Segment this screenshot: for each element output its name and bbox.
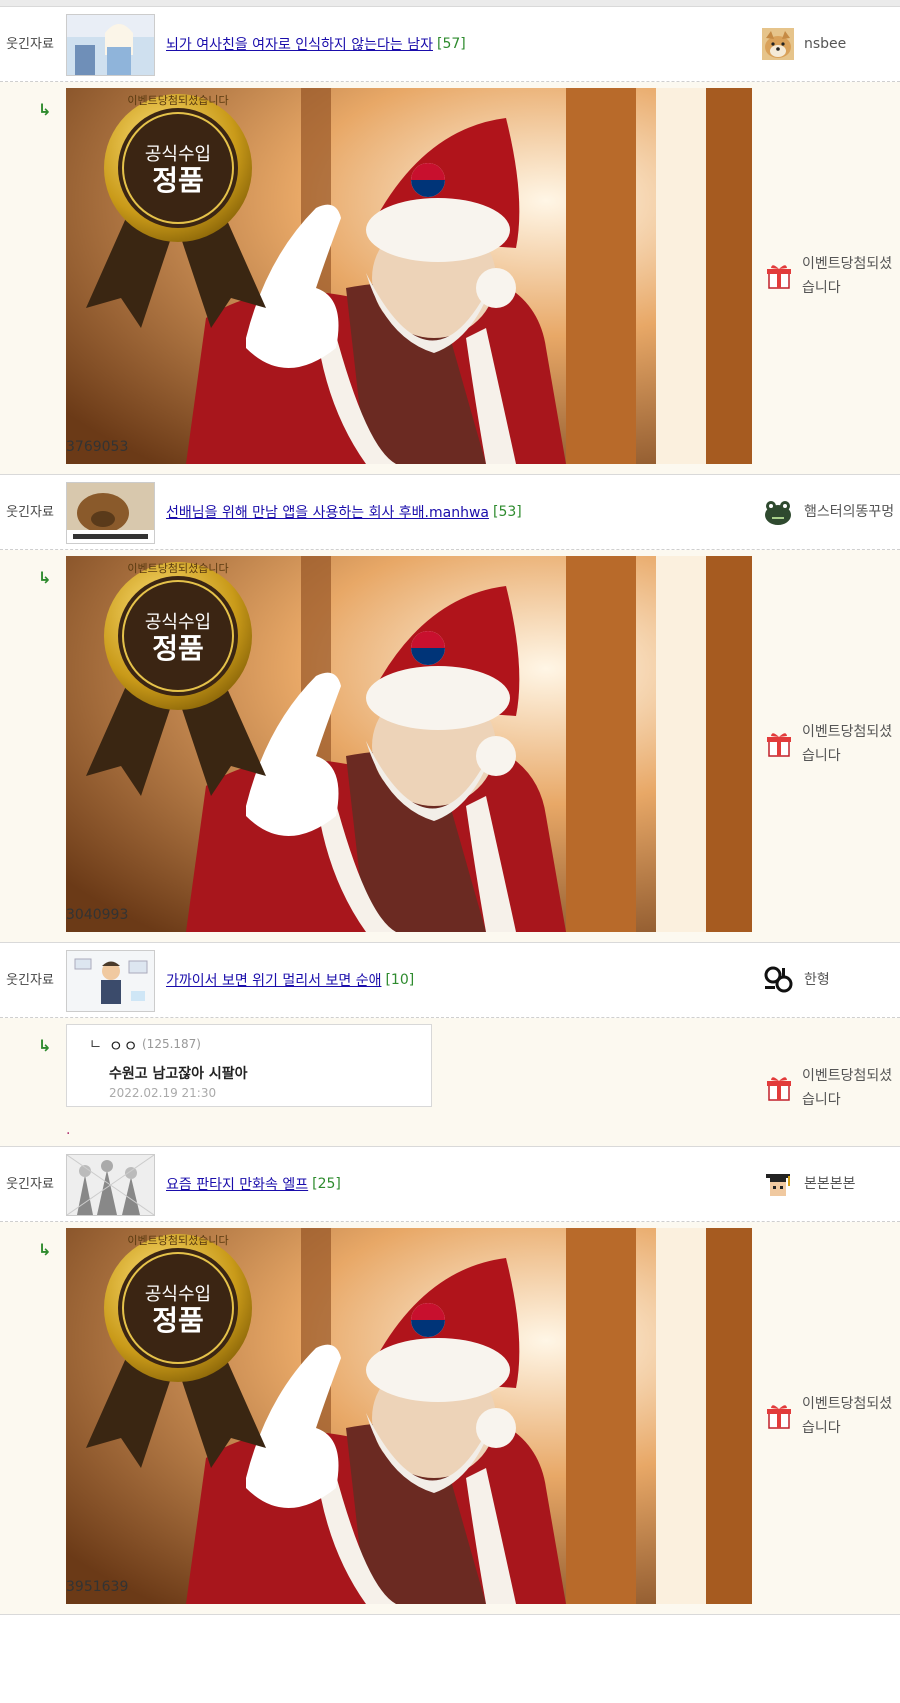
comment-count[interactable]: [57]	[437, 36, 466, 52]
reply-number: 3769053	[66, 439, 129, 455]
reply-row: ↳	[0, 550, 900, 943]
reply-arrow-icon: ↳	[38, 100, 52, 119]
author-name: 한형	[804, 971, 830, 988]
author-name: 이벤트당첨되셨습니다	[802, 724, 893, 764]
gift-box-icon	[767, 1077, 791, 1101]
reply-author[interactable]: 이벤트당첨되셨습니다	[766, 1064, 900, 1112]
badge-ring-text: 이벤트당첨되셨습니다	[127, 1234, 228, 1247]
quoted-comment: ㄴ ㅇㅇ (125.187) 수원고 남고잖아 시팔아 2022.02.19 2…	[66, 1024, 432, 1107]
reply-dot: .	[66, 1122, 71, 1138]
post-author[interactable]: 한형	[762, 943, 900, 1017]
post-row: 웃긴자료 요즘 판타지 만화속 엘프 [25] 본본본본	[0, 1147, 900, 1222]
badge-line1: 공식수입	[145, 144, 211, 165]
reply-row: ↳	[0, 82, 900, 475]
reply-row: ↳	[0, 1222, 900, 1615]
post-title-link[interactable]: 선배님을 위해 만남 앱을 사용하는 회사 후배.manhwa	[166, 502, 489, 522]
post-title: 뇌가 여사친을 여자로 인식하지 않는다는 남자 [57]	[166, 7, 750, 81]
gift-box-icon	[767, 733, 791, 757]
reply-row: ↳ ㄴ ㅇㅇ (125.187) 수원고 남고잖아 시팔아 2022.02.19…	[0, 1018, 900, 1147]
green-frog-pixel-icon	[762, 496, 794, 528]
comment-ip: (125.187)	[142, 1037, 201, 1051]
post-title: 요즘 판타지 만화속 엘프 [25]	[166, 1147, 750, 1221]
shiba-dog-avatar-icon	[762, 28, 794, 60]
badge-line1: 공식수입	[145, 612, 211, 633]
event-banner-image: 공식수입 정품 이벤트당첨되셨습니다	[66, 1228, 752, 1604]
author-name: 이벤트당첨되셨습니다	[802, 256, 893, 296]
reply-number: 3040993	[66, 907, 129, 923]
comment-author: ㅇㅇ	[109, 1037, 139, 1055]
graduation-cap-pixel-avatar-icon	[762, 1168, 794, 1200]
comment-count[interactable]: [53]	[493, 504, 522, 520]
reply-author[interactable]: 이벤트당첨되셨습니다	[766, 720, 900, 768]
reply-arrow-icon: ↳	[38, 1036, 52, 1055]
badge-ring-text: 이벤트당첨되셨습니다	[127, 562, 228, 575]
category-label: 웃긴자료	[6, 36, 54, 52]
event-banner-image: 공식수입 정품 이벤트당첨되셨습니다	[66, 556, 752, 932]
post-thumbnail[interactable]	[66, 482, 155, 544]
author-name: 본본본본	[804, 1175, 856, 1192]
comment-count[interactable]: [10]	[385, 972, 414, 988]
reply-arrow-icon: ↳	[38, 1240, 52, 1259]
hanhyung-black-logo-icon	[762, 964, 794, 996]
post-title-link[interactable]: 요즘 판타지 만화속 엘프	[166, 1174, 308, 1194]
badge-line2: 정품	[152, 632, 204, 665]
post-thumbnail[interactable]	[66, 950, 155, 1012]
post-thumbnail[interactable]	[66, 1154, 155, 1216]
post-row: 웃긴자료 가까이서 보면 위기 멀리서 보면 순애 [10] 한형	[0, 943, 900, 1018]
post-title: 가까이서 보면 위기 멀리서 보면 순애 [10]	[166, 943, 750, 1017]
gift-box-icon	[767, 1405, 791, 1429]
category-label: 웃긴자료	[6, 1176, 54, 1192]
comment-text: 수원고 남고잖아 시팔아	[109, 1066, 248, 1082]
badge-line1: 공식수입	[145, 1284, 211, 1305]
post-row: 웃긴자료 뇌가 여사친을 여자로 인식하지 않는다는 남자 [57] nsbee	[0, 7, 900, 82]
post-author[interactable]: 본본본본	[762, 1147, 900, 1221]
author-name: 햄스터의똥꾸멍	[804, 503, 895, 520]
reply-author[interactable]: 이벤트당첨되셨습니다	[766, 252, 900, 300]
comment-count[interactable]: [25]	[312, 1176, 341, 1192]
category-label: 웃긴자료	[6, 504, 54, 520]
reply-number: 3951639	[66, 1579, 129, 1595]
post-thumbnail[interactable]	[66, 14, 155, 76]
post-title-link[interactable]: 가까이서 보면 위기 멀리서 보면 순애	[166, 970, 381, 990]
top-border	[0, 0, 900, 7]
post-author[interactable]: 햄스터의똥꾸멍	[762, 475, 900, 549]
badge-line2: 정품	[152, 164, 204, 197]
comment-indent-icon: ㄴ	[89, 1037, 102, 1053]
badge-line2: 정품	[152, 1304, 204, 1337]
event-banner-image: 공식수입 정품 이벤트당첨되셨습니다	[66, 88, 752, 464]
reply-author[interactable]: 이벤트당첨되셨습니다	[766, 1392, 900, 1440]
author-name: nsbee	[804, 35, 847, 52]
post-title-link[interactable]: 뇌가 여사친을 여자로 인식하지 않는다는 남자	[166, 34, 433, 54]
badge-ring-text: 이벤트당첨되셨습니다	[127, 94, 228, 107]
post-title: 선배님을 위해 만남 앱을 사용하는 회사 후배.manhwa [53]	[166, 475, 750, 549]
category-label: 웃긴자료	[6, 972, 54, 988]
post-row: 웃긴자료 선배님을 위해 만남 앱을 사용하는 회사 후배.manhwa [53…	[0, 475, 900, 550]
post-author[interactable]: nsbee	[762, 7, 900, 81]
author-name: 이벤트당첨되셨습니다	[802, 1068, 893, 1108]
author-name: 이벤트당첨되셨습니다	[802, 1396, 893, 1436]
comment-date: 2022.02.19 21:30	[109, 1086, 217, 1100]
gift-box-icon	[767, 265, 791, 289]
reply-arrow-icon: ↳	[38, 568, 52, 587]
